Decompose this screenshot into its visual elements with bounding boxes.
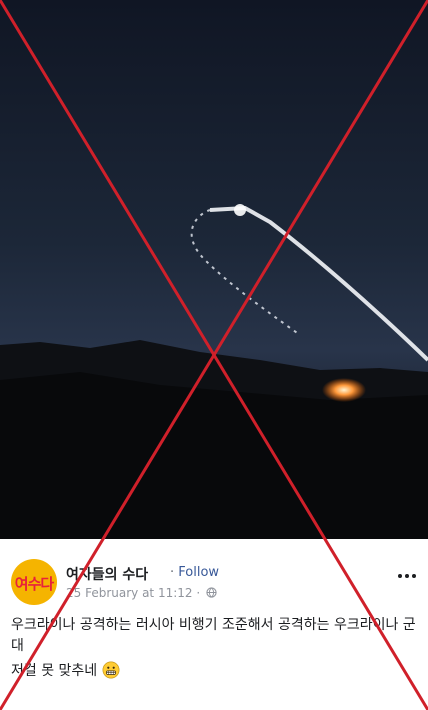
globe-icon[interactable] [206,587,217,598]
follow-group: · Follow [170,565,219,580]
follow-button[interactable]: Follow [178,565,219,580]
follow-separator: · [170,565,175,580]
page-avatar[interactable]: 여수다 [11,559,57,605]
avatar-logo-text: 여수다 [14,575,54,593]
more-options-icon[interactable] [396,569,418,583]
post-text-line-2: 저걸 못 맞추네 [11,663,98,679]
page-name-link[interactable]: 여자들의 수다 [66,564,148,584]
post-text: 우크라이나 공격하는 러시아 비행기 조준해서 공격하는 우크라이나 군대 저걸… [11,615,421,686]
post-card: 여수다 여자들의 수다 · Follow 25 February at 11:1… [0,539,428,710]
post-text-line-2-wrap: 저걸 못 맞추네 [11,661,421,682]
post-text-line-1: 우크라이나 공격하는 러시아 비행기 조준해서 공격하는 우크라이나 군대 [11,617,416,654]
post-timestamp[interactable]: 25 February at 11:12 [66,586,193,600]
post-media-image[interactable] [0,0,428,539]
post-meta: 25 February at 11:12 · [66,586,217,600]
grimacing-face-icon [102,661,120,679]
night-sky-missile-photo [0,0,428,539]
meta-separator: · [196,586,201,600]
